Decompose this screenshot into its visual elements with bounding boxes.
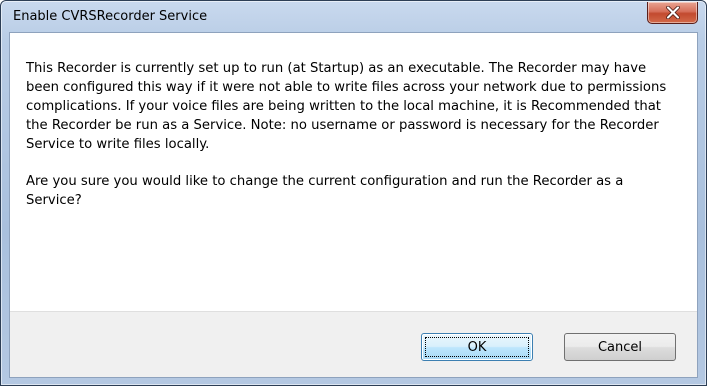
window-title: Enable CVRSRecorder Service	[13, 9, 208, 24]
ok-button-label: OK	[425, 337, 529, 357]
message-paragraph-2: Are you sure you would like to change th…	[26, 174, 624, 208]
ok-button[interactable]: OK	[421, 333, 533, 361]
close-button[interactable]	[647, 2, 698, 24]
title-bar[interactable]: Enable CVRSRecorder Service	[1, 1, 706, 33]
message-text: This Recorder is currently set up to run…	[26, 59, 676, 210]
dialog-window: Enable CVRSRecorder Service OK Cancel Th…	[0, 0, 707, 386]
message-paragraph-1: This Recorder is currently set up to run…	[26, 61, 667, 152]
button-bar: OK Cancel	[10, 311, 697, 377]
close-icon	[665, 6, 680, 19]
cancel-button[interactable]: Cancel	[564, 333, 676, 361]
